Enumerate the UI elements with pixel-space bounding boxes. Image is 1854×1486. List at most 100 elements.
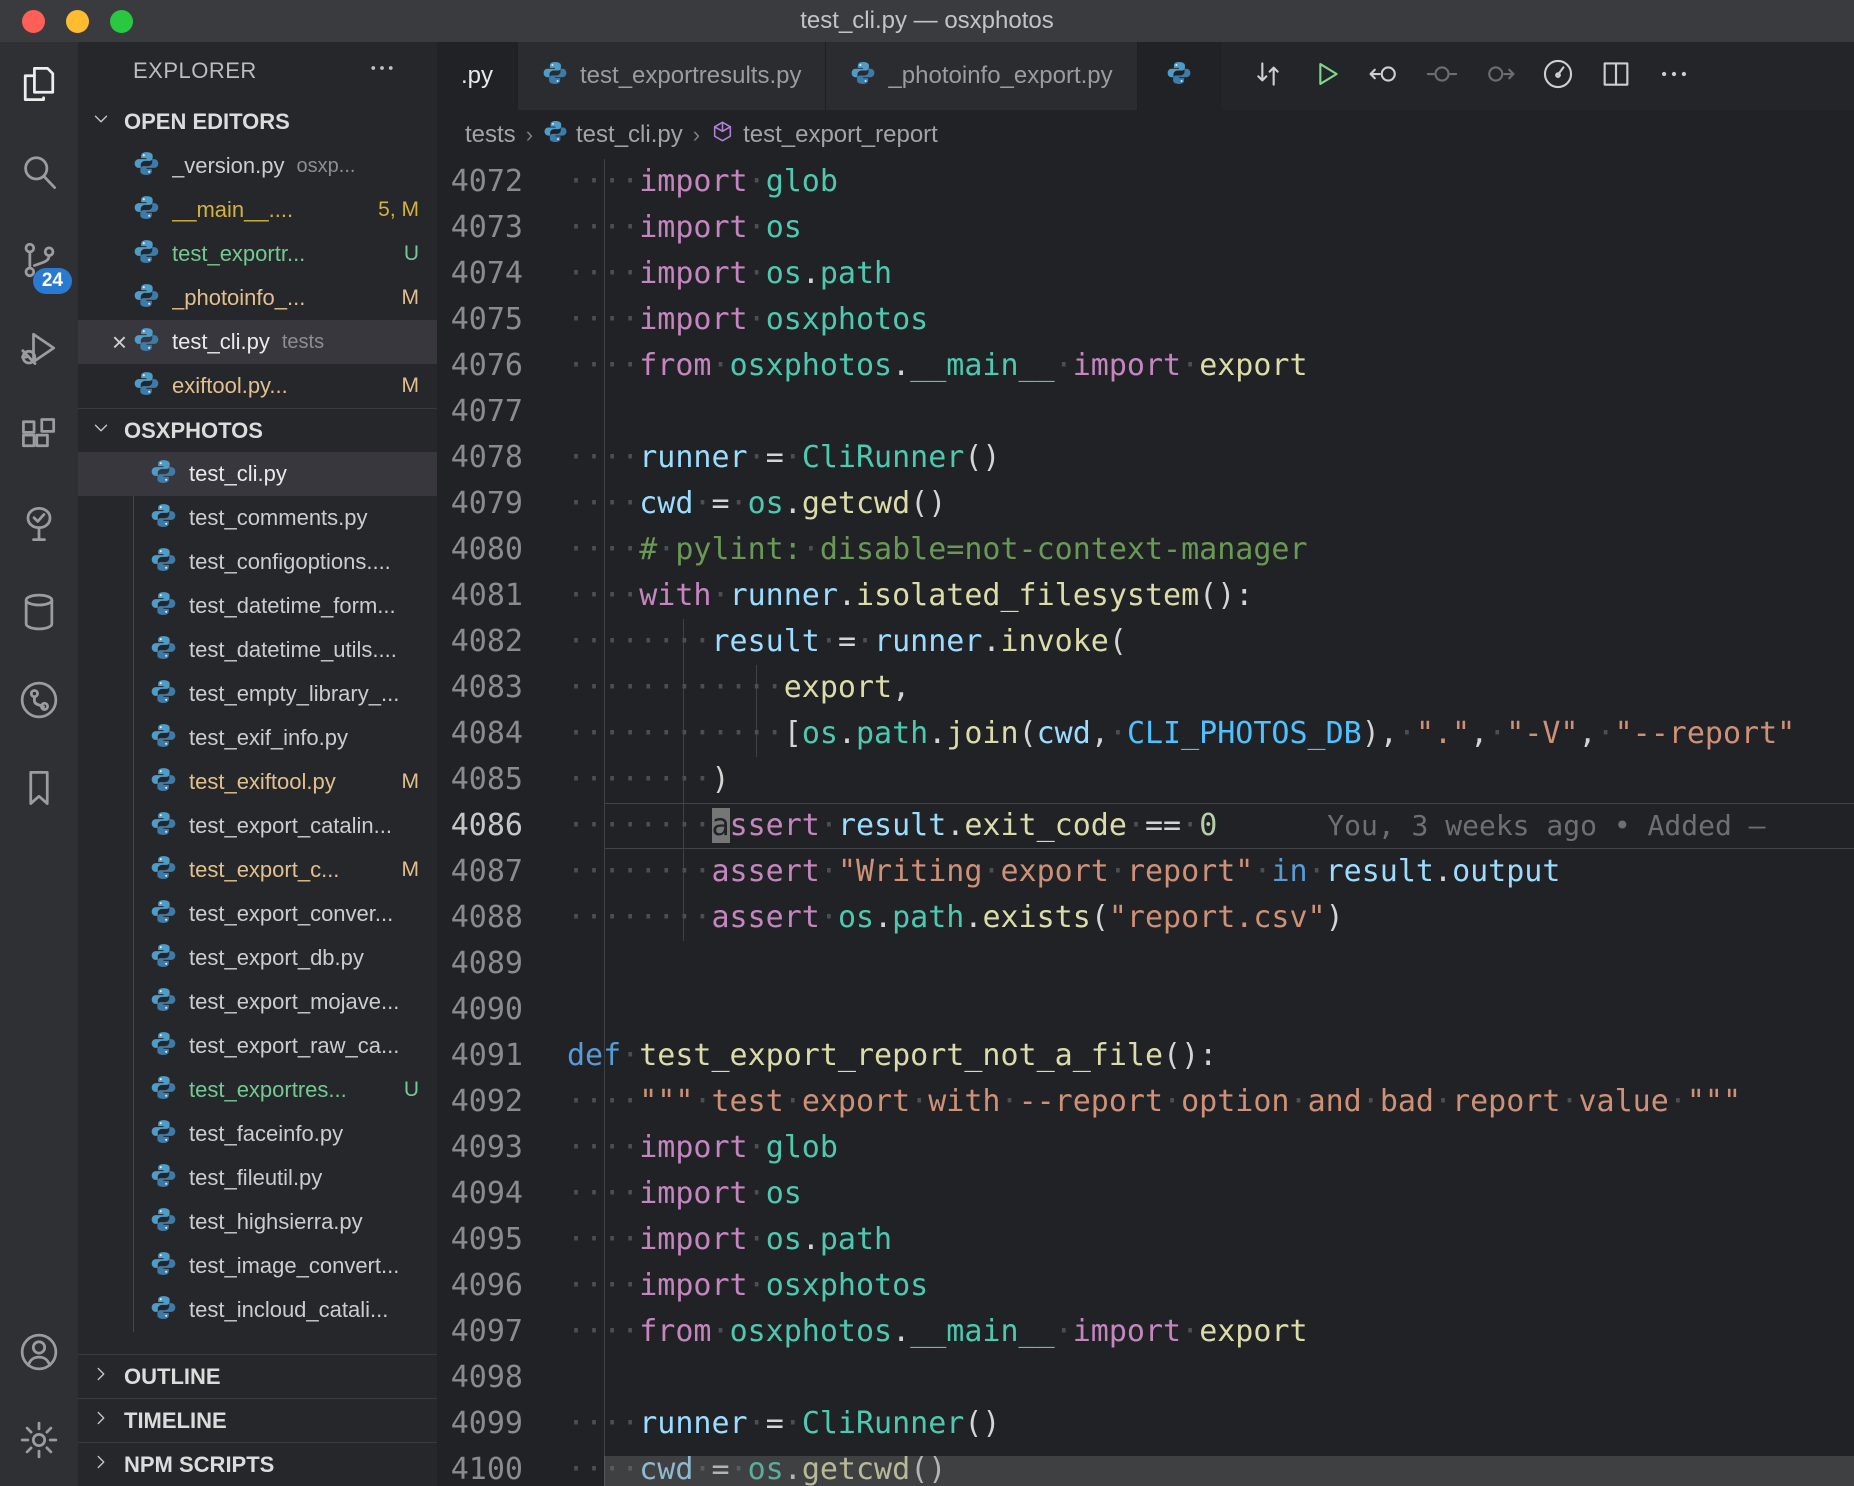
- step-back-button[interactable]: [1355, 42, 1413, 110]
- open-editor-item[interactable]: _photoinfo_...M: [78, 276, 437, 320]
- line-number[interactable]: 4089: [437, 941, 567, 987]
- git-status-badge: U: [404, 242, 437, 266]
- views-more-actions-icon[interactable]: [367, 53, 397, 89]
- editor-tab[interactable]: test_exportresults.py: [518, 42, 826, 110]
- tree-item[interactable]: test_export_catalin...: [78, 804, 437, 848]
- line-number[interactable]: 4094: [437, 1171, 567, 1217]
- tree-item[interactable]: test_exif_info.py: [78, 716, 437, 760]
- step-out-button[interactable]: [1471, 42, 1529, 110]
- line-number[interactable]: 4095: [437, 1217, 567, 1263]
- split-editor-button[interactable]: [1587, 42, 1645, 110]
- activity-bar-extensions-button[interactable]: [0, 394, 78, 482]
- line-number[interactable]: 4080: [437, 527, 567, 573]
- explorer-sidebar: EXPLORER OPEN EDITORS _version.pyosxp...…: [78, 42, 437, 1486]
- line-number[interactable]: 4100: [437, 1447, 567, 1486]
- horizontal-scrollbar[interactable]: [604, 1456, 1854, 1486]
- activity-bar-search-button[interactable]: [0, 130, 78, 218]
- tree-item[interactable]: test_faceinfo.py: [78, 1112, 437, 1156]
- line-number[interactable]: 4086: [437, 803, 567, 849]
- line-number[interactable]: 4099: [437, 1401, 567, 1447]
- project-section-header[interactable]: OSXPHOTOS: [78, 408, 437, 452]
- tree-item[interactable]: test_comments.py: [78, 496, 437, 540]
- line-number[interactable]: 4097: [437, 1309, 567, 1355]
- line-number[interactable]: 4073: [437, 205, 567, 251]
- line-number[interactable]: 4078: [437, 435, 567, 481]
- tree-item[interactable]: test_datetime_form...: [78, 584, 437, 628]
- step-over-button[interactable]: [1413, 42, 1471, 110]
- tree-item[interactable]: test_export_conver...: [78, 892, 437, 936]
- line-number[interactable]: 4083: [437, 665, 567, 711]
- python-file-icon: [150, 1074, 177, 1107]
- activity-bar-bookmarks-button[interactable]: [0, 746, 78, 834]
- tree-item[interactable]: test_incloud_catali...: [78, 1288, 437, 1332]
- line-number[interactable]: 4087: [437, 849, 567, 895]
- line-number[interactable]: 4075: [437, 297, 567, 343]
- line-number[interactable]: 4072: [437, 159, 567, 205]
- sidebar-section-npm-scripts[interactable]: NPM SCRIPTS: [78, 1442, 437, 1486]
- tree-item[interactable]: test_exportres...U: [78, 1068, 437, 1112]
- open-editor-item[interactable]: exiftool.py...M: [78, 364, 437, 408]
- activity-bar-account-button[interactable]: [0, 1310, 78, 1398]
- activity-bar-database-button[interactable]: [0, 570, 78, 658]
- open-editor-item[interactable]: _version.pyosxp...: [78, 144, 437, 188]
- line-number[interactable]: 4093: [437, 1125, 567, 1171]
- tree-item[interactable]: test_cli.py: [78, 452, 437, 496]
- tree-item[interactable]: test_fileutil.py: [78, 1156, 437, 1200]
- open-changes-button[interactable]: [1239, 42, 1297, 110]
- pinned-tab[interactable]: [1138, 42, 1221, 110]
- code-line: 4093····import·glob: [437, 1125, 1854, 1171]
- tree-item[interactable]: test_export_mojave...: [78, 980, 437, 1024]
- tree-item[interactable]: test_highsierra.py: [78, 1200, 437, 1244]
- line-number[interactable]: 4082: [437, 619, 567, 665]
- sidebar-section-timeline[interactable]: TIMELINE: [78, 1398, 437, 1442]
- line-number[interactable]: 4077: [437, 389, 567, 435]
- line-number[interactable]: 4076: [437, 343, 567, 389]
- tree-item[interactable]: test_empty_library_...: [78, 672, 437, 716]
- open-editors-section-header[interactable]: OPEN EDITORS: [78, 100, 437, 144]
- tree-item[interactable]: test_export_db.py: [78, 936, 437, 980]
- activity-bar-settings-gear-button[interactable]: [0, 1398, 78, 1486]
- tree-item[interactable]: test_configoptions....: [78, 540, 437, 584]
- breadcrumb-item[interactable]: test_cli.py: [543, 119, 683, 151]
- breadcrumb-item[interactable]: tests: [465, 121, 516, 149]
- activity-bar-files-button[interactable]: [0, 42, 78, 130]
- line-number[interactable]: 4090: [437, 987, 567, 1033]
- tree-item[interactable]: test_image_convert...: [78, 1244, 437, 1288]
- line-number[interactable]: 4098: [437, 1355, 567, 1401]
- code-line-content: ····#·pylint:·disable=not-context-manage…: [567, 527, 1308, 573]
- tree-item[interactable]: test_export_raw_ca...: [78, 1024, 437, 1068]
- zoom-window-button[interactable]: [110, 10, 133, 33]
- code-editor[interactable]: 4072····import·glob4073····import·os4074…: [437, 159, 1854, 1486]
- activity-bar-source-control-button[interactable]: 24: [0, 218, 78, 306]
- line-number[interactable]: 4074: [437, 251, 567, 297]
- tree-item[interactable]: test_exiftool.pyM: [78, 760, 437, 804]
- activity-bar-git-graph-button[interactable]: [0, 658, 78, 746]
- open-editor-item[interactable]: ×test_cli.pytests: [78, 320, 437, 364]
- line-number[interactable]: 4079: [437, 481, 567, 527]
- line-number[interactable]: 4081: [437, 573, 567, 619]
- line-number[interactable]: 4088: [437, 895, 567, 941]
- editor-tab[interactable]: _photoinfo_export.py: [826, 42, 1137, 110]
- tree-item[interactable]: test_export_c...M: [78, 848, 437, 892]
- activity-bar-run-debug-button[interactable]: [0, 306, 78, 394]
- line-number[interactable]: 4092: [437, 1079, 567, 1125]
- file-label: test_incloud_catali...: [189, 1297, 388, 1323]
- breadcrumb-item[interactable]: test_export_report: [710, 119, 938, 151]
- open-editor-item[interactable]: test_exportr...U: [78, 232, 437, 276]
- editor-tab[interactable]: .py: [437, 42, 518, 110]
- sidebar-section-outline[interactable]: OUTLINE: [78, 1354, 437, 1398]
- profile-button[interactable]: [1529, 42, 1587, 110]
- tree-item[interactable]: test_datetime_utils....: [78, 628, 437, 672]
- close-window-button[interactable]: [22, 10, 45, 33]
- line-number[interactable]: 4091: [437, 1033, 567, 1079]
- close-editor-icon[interactable]: ×: [78, 327, 133, 358]
- minimize-window-button[interactable]: [66, 10, 89, 33]
- line-number[interactable]: 4084: [437, 711, 567, 757]
- line-number[interactable]: 4085: [437, 757, 567, 803]
- activity-bar-todo-tree-button[interactable]: [0, 482, 78, 570]
- python-file-icon: [150, 1118, 177, 1151]
- line-number[interactable]: 4096: [437, 1263, 567, 1309]
- more-actions-button[interactable]: [1645, 42, 1703, 110]
- run-button[interactable]: [1297, 42, 1355, 110]
- open-editor-item[interactable]: __main__....5, M: [78, 188, 437, 232]
